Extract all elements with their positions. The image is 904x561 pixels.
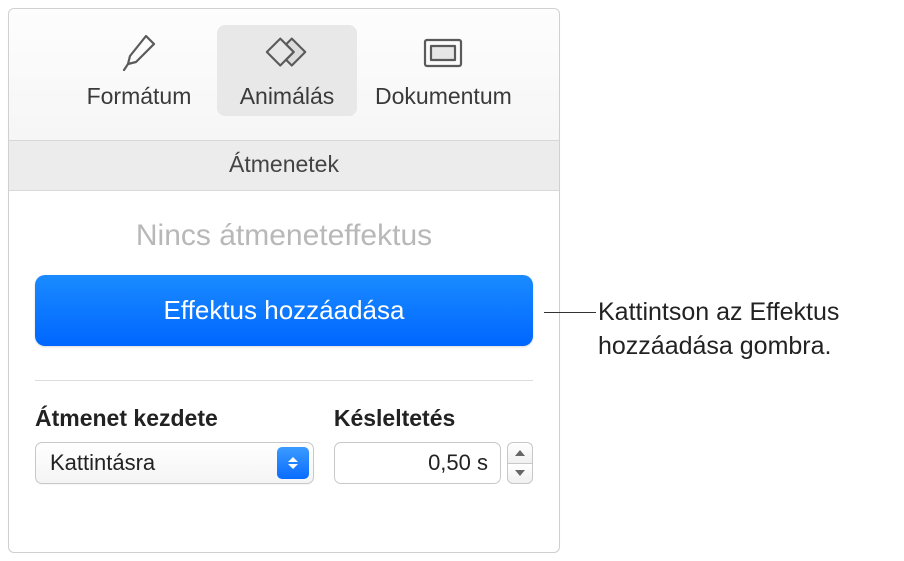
stepper-down-button[interactable]: [507, 463, 533, 485]
start-value: Kattintásra: [50, 450, 155, 476]
transition-content: Nincs átmeneteffektus Effektus hozzáadás…: [9, 191, 559, 484]
no-effect-text: Nincs átmeneteffektus: [35, 219, 533, 253]
tab-animate[interactable]: Animálás: [217, 25, 357, 116]
chevron-up-icon: [515, 450, 525, 456]
delay-field: Késleltetés 0,50 s: [334, 405, 533, 484]
callout-text: Kattintson az Effektus hozzáadása gombra…: [598, 296, 888, 364]
tab-format-label: Formátum: [87, 83, 192, 110]
stepper-up-button[interactable]: [507, 442, 533, 463]
inspector-toolbar: Formátum Animálás Dokumentum: [9, 9, 559, 141]
start-label: Átmenet kezdete: [35, 405, 314, 432]
tab-document[interactable]: Dokumentum: [365, 25, 522, 116]
callout-line1: Kattintson az Effektus: [598, 298, 839, 326]
callout-line2: hozzáadása gombra.: [598, 332, 831, 360]
document-icon: [419, 29, 467, 77]
delay-stepper: 0,50 s: [334, 442, 533, 484]
start-select[interactable]: Kattintásra: [35, 442, 314, 484]
delay-value: 0,50 s: [428, 450, 488, 476]
settings-row: Átmenet kezdete Kattintásra Késleltetés …: [35, 405, 533, 484]
add-effect-button[interactable]: Effektus hozzáadása: [35, 275, 533, 346]
tab-document-label: Dokumentum: [375, 83, 512, 110]
callout-leader-line: [544, 312, 596, 313]
start-field: Átmenet kezdete Kattintásra: [35, 405, 314, 484]
stepper-buttons: [507, 442, 533, 484]
tab-format[interactable]: Formátum: [69, 25, 209, 116]
paintbrush-icon: [115, 29, 163, 77]
delay-input[interactable]: 0,50 s: [334, 442, 501, 484]
inspector-panel: Formátum Animálás Dokumentum Átmenetek N…: [8, 8, 560, 553]
chevron-up-down-icon: [277, 447, 309, 479]
divider: [35, 380, 533, 381]
delay-label: Késleltetés: [334, 405, 533, 432]
section-title: Átmenetek: [9, 141, 559, 191]
diamond-icon: [263, 29, 311, 77]
tab-animate-label: Animálás: [240, 83, 335, 110]
chevron-down-icon: [515, 470, 525, 476]
